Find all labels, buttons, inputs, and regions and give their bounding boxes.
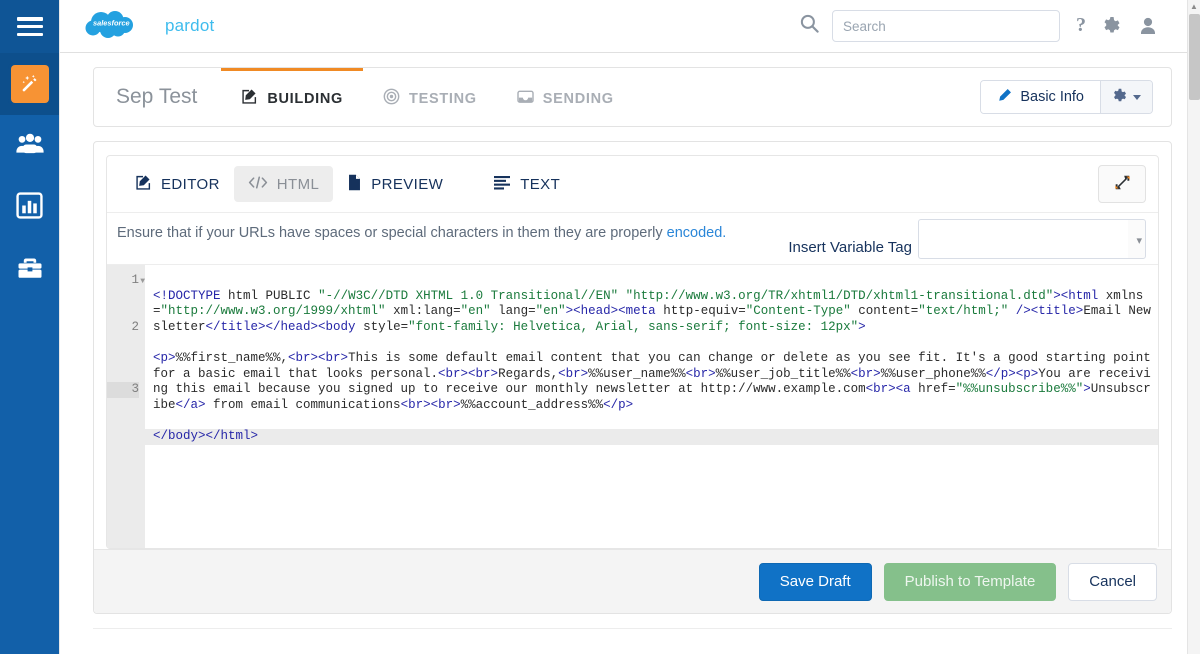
- tab-sending[interactable]: SENDING: [497, 68, 634, 126]
- app-window: salesforce pardot ?: [0, 0, 1200, 654]
- target-icon: [383, 88, 400, 109]
- search-icon[interactable]: [799, 13, 820, 39]
- help-button[interactable]: ?: [1076, 25, 1086, 27]
- sidebar-item-admin[interactable]: [0, 239, 59, 301]
- notice-row: Ensure that if your URLs have spaces or …: [107, 213, 1158, 265]
- cancel-button[interactable]: Cancel: [1068, 563, 1157, 601]
- line-number: 3: [107, 382, 139, 398]
- editor-footer: Save Draft Publish to Template Cancel: [94, 549, 1171, 613]
- page-bottom-divider: [93, 628, 1172, 629]
- user-menu-button[interactable]: [1138, 16, 1158, 36]
- scrollbar-thumb[interactable]: [1189, 14, 1200, 100]
- salesforce-cloud-logo: salesforce: [84, 9, 158, 44]
- url-encoding-notice: Ensure that if your URLs have spaces or …: [117, 223, 726, 241]
- insert-variable-tag-select[interactable]: [918, 219, 1146, 259]
- code-brackets-icon: [248, 175, 268, 194]
- tab-building-label: BUILDING: [267, 91, 343, 107]
- svg-text:salesforce: salesforce: [93, 18, 130, 27]
- editor-mode-bar: EDITOR HTML: [107, 156, 1158, 213]
- html-code-editor[interactable]: 1▼ 2 3 <!DOCTYPE html PUBLIC "-//W3C//DT…: [107, 265, 1158, 548]
- expand-arrows-icon: [1114, 174, 1131, 194]
- insert-variable-tag-label: Insert Variable Tag: [788, 223, 912, 256]
- basic-info-button-group: Basic Info: [980, 80, 1153, 114]
- line-number: 2: [107, 320, 139, 336]
- left-nav-rail: [0, 0, 59, 654]
- insert-variable-tag-select-box: ▾: [918, 219, 1146, 259]
- gear-icon: [1102, 24, 1122, 39]
- settings-button[interactable]: [1102, 16, 1122, 36]
- email-phase-card: Sep Test BUILDING: [93, 67, 1172, 127]
- encoded-link[interactable]: encoded.: [667, 225, 727, 241]
- email-editor-card: EDITOR HTML: [93, 141, 1172, 614]
- magic-wand-icon: [11, 65, 49, 103]
- pencil-square-icon: [135, 174, 152, 195]
- page-body: Sep Test BUILDING: [60, 53, 1200, 629]
- tab-html-label: HTML: [277, 176, 319, 193]
- tab-sending-label: SENDING: [543, 91, 614, 107]
- gear-icon: [1112, 88, 1128, 107]
- phase-tab-list: BUILDING TESTING: [221, 68, 633, 126]
- tab-preview[interactable]: PREVIEW: [333, 166, 457, 202]
- save-draft-button[interactable]: Save Draft: [759, 563, 872, 601]
- bar-chart-icon: [16, 192, 43, 224]
- window-scrollbar[interactable]: ▲: [1187, 0, 1200, 654]
- people-group-icon: [15, 132, 45, 161]
- code-line-1: <!DOCTYPE html PUBLIC "-//W3C//DTD XHTML…: [153, 289, 1158, 336]
- email-settings-menu-button[interactable]: [1100, 81, 1152, 113]
- top-bar-actions: ?: [799, 10, 1186, 42]
- notice-message: Ensure that if your URLs have spaces or …: [117, 225, 667, 241]
- code-line-3: </body></html>: [145, 429, 1158, 445]
- basic-info-label: Basic Info: [1020, 89, 1084, 105]
- briefcase-icon: [16, 256, 44, 285]
- insert-variable-tag-group: Insert Variable Tag ▾: [788, 219, 1146, 259]
- tab-text-label: TEXT: [520, 176, 560, 193]
- tab-text[interactable]: TEXT: [479, 166, 574, 202]
- document-icon: [347, 174, 362, 195]
- pencil-square-icon: [241, 88, 258, 109]
- inbox-icon: [517, 89, 534, 108]
- sidebar-item-email-wand[interactable]: [0, 53, 59, 115]
- user-avatar-icon: [1138, 24, 1158, 39]
- top-bar: salesforce pardot ?: [60, 0, 1200, 53]
- text-lines-icon: [493, 175, 511, 194]
- page-title: Sep Test: [94, 68, 221, 126]
- tab-testing[interactable]: TESTING: [363, 68, 497, 126]
- basic-info-button[interactable]: Basic Info: [981, 81, 1100, 113]
- tab-testing-label: TESTING: [409, 91, 477, 107]
- tab-editor[interactable]: EDITOR: [121, 166, 234, 202]
- code-content[interactable]: <!DOCTYPE html PUBLIC "-//W3C//DTD XHTML…: [145, 265, 1158, 548]
- search-input[interactable]: [832, 10, 1060, 42]
- chevron-down-icon: [1133, 95, 1141, 100]
- line-number: 1▼: [107, 273, 139, 289]
- product-name: pardot: [165, 16, 214, 36]
- question-mark-icon: ?: [1076, 14, 1086, 36]
- expand-editor-button[interactable]: [1098, 165, 1146, 203]
- publish-to-template-button[interactable]: Publish to Template: [884, 563, 1057, 601]
- editor-inner: EDITOR HTML: [106, 155, 1159, 549]
- tab-editor-label: EDITOR: [161, 176, 220, 193]
- tab-html[interactable]: HTML: [234, 166, 333, 202]
- hamburger-icon: [17, 17, 43, 36]
- code-line-2: <p>%%first_name%%,<br><br>This is some d…: [153, 351, 1158, 413]
- line-number-gutter: 1▼ 2 3: [107, 265, 145, 548]
- nav-menu-button[interactable]: [0, 0, 59, 53]
- sidebar-item-prospects[interactable]: [0, 115, 59, 177]
- fold-arrow-icon[interactable]: ▼: [140, 274, 145, 290]
- tab-building[interactable]: BUILDING: [221, 68, 363, 126]
- global-search: [799, 10, 1060, 42]
- phase-actions: Basic Info: [980, 68, 1153, 126]
- scroll-up-arrow-icon[interactable]: ▲: [1188, 0, 1200, 13]
- main-content: salesforce pardot ?: [59, 0, 1200, 654]
- tab-preview-label: PREVIEW: [371, 176, 443, 193]
- pencil-icon: [997, 88, 1012, 107]
- brand-logo[interactable]: salesforce pardot: [84, 9, 214, 44]
- sidebar-item-reports[interactable]: [0, 177, 59, 239]
